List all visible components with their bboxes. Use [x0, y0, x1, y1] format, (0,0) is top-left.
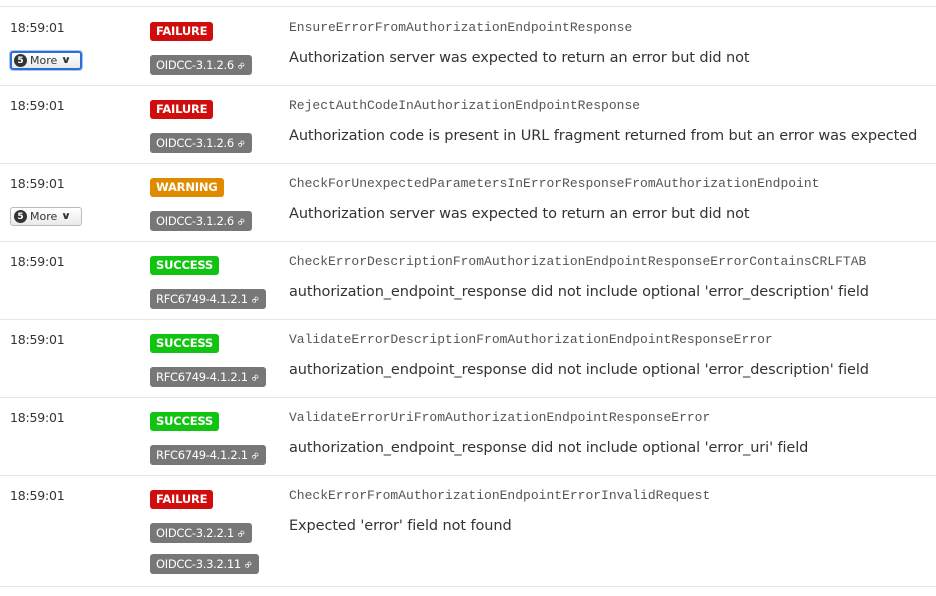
requirement-ref-link[interactable]: RFC6749-4.1.2.1∞	[150, 367, 266, 387]
status-badge: SUCCESS	[150, 256, 220, 275]
log-entry: 18:59:01 5 More ∨ FAILURE OIDCC-3.1.2.6∞ En…	[0, 7, 936, 86]
ref-label: OIDCC-3.1.2.6	[156, 214, 234, 228]
chevron-down-icon: ∨	[61, 55, 72, 66]
log-entry: 18:59:01 FAILURE OIDCC-3.2.2.1∞ OIDCC-3.3.2…	[0, 475, 936, 587]
condition-name: CheckForUnexpectedParametersInErrorRespo…	[289, 176, 820, 191]
condition-name: EnsureErrorFromAuthorizationEndpointResp…	[289, 20, 633, 35]
requirement-ref-link[interactable]: OIDCC-3.2.2.1∞	[150, 523, 252, 543]
requirement-ref-link[interactable]: OIDCC-3.1.2.6∞	[150, 55, 252, 75]
condition-name: ValidateErrorDescriptionFromAuthorizatio…	[289, 332, 773, 347]
timestamp: 18:59:01	[10, 254, 65, 269]
more-button[interactable]: 5 More ∨	[10, 207, 82, 226]
status-badge: FAILURE	[150, 22, 214, 41]
condition-name: CheckErrorFromAuthorizationEndpointError…	[289, 488, 711, 503]
link-icon: ∞	[233, 525, 249, 542]
requirement-ref-link[interactable]: OIDCC-3.3.2.11∞	[150, 554, 259, 574]
log-entry: 18:59:01 FAILURE OIDCC-3.1.2.6∞ RejectAuthC…	[0, 85, 936, 164]
more-label: More	[30, 54, 58, 67]
log-entry: 18:59:01 SUCCESS RFC6749-4.1.2.1∞ CheckErro…	[0, 241, 936, 320]
more-button[interactable]: 5 More ∨	[10, 51, 82, 70]
timestamp: 18:59:01	[10, 176, 65, 191]
more-label: More	[30, 210, 58, 223]
requirement-ref-link[interactable]: OIDCC-3.1.2.6∞	[150, 211, 252, 231]
log-entry: 18:59:01 5 More ∨ WARNING OIDCC-3.1.2.6∞ Ch…	[0, 163, 936, 242]
requirement-ref-link[interactable]: RFC6749-4.1.2.1∞	[150, 445, 266, 465]
link-icon: ∞	[233, 135, 249, 152]
requirement-ref-link[interactable]: OIDCC-3.1.2.6∞	[150, 133, 252, 153]
status-badge: FAILURE	[150, 490, 214, 509]
ref-label: OIDCC-3.1.2.6	[156, 136, 234, 150]
timestamp: 18:59:01	[10, 410, 65, 425]
timestamp: 18:59:01	[10, 332, 65, 347]
condition-name: RejectAuthCodeInAuthorizationEndpointRes…	[289, 98, 641, 113]
ref-label: OIDCC-3.1.2.6	[156, 58, 234, 72]
ref-label: RFC6749-4.1.2.1	[156, 370, 248, 384]
timestamp: 18:59:01	[10, 20, 65, 35]
timestamp: 18:59:01	[10, 488, 65, 503]
status-badge: SUCCESS	[150, 334, 220, 353]
link-icon: ∞	[240, 556, 256, 573]
more-count-badge: 5	[14, 210, 27, 223]
ref-label: RFC6749-4.1.2.1	[156, 292, 248, 306]
ref-label: OIDCC-3.3.2.11	[156, 557, 241, 571]
log-entry: 18:59:01 SUCCESS RFC6749-4.1.2.1∞ ValidateE…	[0, 319, 936, 398]
link-icon: ∞	[233, 57, 249, 74]
link-icon: ∞	[247, 447, 263, 464]
result-message: Authorization server was expected to ret…	[289, 206, 750, 222]
result-message: Authorization server was expected to ret…	[289, 50, 750, 66]
link-icon: ∞	[247, 291, 263, 308]
link-icon: ∞	[247, 369, 263, 386]
status-badge: FAILURE	[150, 100, 214, 119]
more-count-badge: 5	[14, 54, 27, 67]
condition-name: CheckErrorDescriptionFromAuthorizationEn…	[289, 254, 867, 269]
ref-label: OIDCC-3.2.2.1	[156, 526, 234, 540]
link-icon: ∞	[233, 213, 249, 230]
result-message: Authorization code is present in URL fra…	[289, 128, 918, 144]
chevron-down-icon: ∨	[61, 211, 72, 222]
status-badge: WARNING	[150, 178, 224, 197]
condition-name: ValidateErrorUriFromAuthorizationEndpoin…	[289, 410, 711, 425]
ref-label: RFC6749-4.1.2.1	[156, 448, 248, 462]
status-badge: SUCCESS	[150, 412, 220, 431]
timestamp: 18:59:01	[10, 98, 65, 113]
result-message: authorization_endpoint_response did not …	[289, 362, 869, 378]
result-message: Expected 'error' field not found	[289, 518, 512, 534]
result-message: authorization_endpoint_response did not …	[289, 440, 809, 456]
result-message: authorization_endpoint_response did not …	[289, 284, 869, 300]
requirement-ref-link[interactable]: RFC6749-4.1.2.1∞	[150, 289, 266, 309]
log-entry: 18:59:01 SUCCESS RFC6749-4.1.2.1∞ ValidateE…	[0, 397, 936, 476]
